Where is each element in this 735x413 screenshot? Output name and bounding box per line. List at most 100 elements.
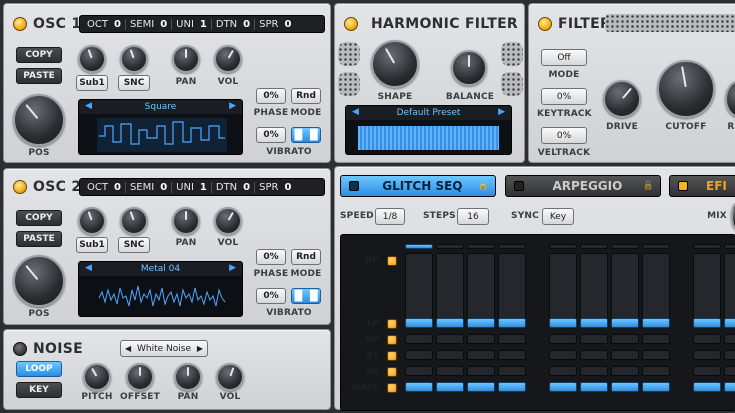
- osc2-semi-value[interactable]: 0: [160, 182, 167, 193]
- harmonic-preset-display[interactable]: Default Preset ◀ ▶: [345, 105, 512, 155]
- seq-cell-bt[interactable]: [436, 350, 464, 360]
- seq-cell-bt[interactable]: [642, 350, 670, 360]
- osc1-snc-knob[interactable]: [120, 45, 148, 73]
- seq-cell-lp[interactable]: [693, 318, 721, 328]
- osc2-wave-prev-icon[interactable]: ◀: [85, 263, 92, 273]
- seq-cell-lp[interactable]: [498, 318, 526, 328]
- seq-speed-value[interactable]: 1/8: [375, 208, 405, 225]
- seq-cell-gate[interactable]: [693, 382, 721, 392]
- seq-cell-lp[interactable]: [405, 318, 433, 328]
- seq-cell-gate[interactable]: [436, 382, 464, 392]
- seq-cell-gate[interactable]: [611, 382, 639, 392]
- seq-cell-bt[interactable]: [549, 350, 577, 360]
- osc2-copy-button[interactable]: COPY: [16, 210, 62, 226]
- seq-rp-step-header[interactable]: [642, 244, 670, 249]
- osc1-wave-prev-icon[interactable]: ◀: [85, 101, 92, 111]
- seq-rp-step-header[interactable]: [405, 244, 433, 249]
- seq-cell-lp[interactable]: [580, 318, 608, 328]
- seq-cell-bt[interactable]: [693, 350, 721, 360]
- noise-power-led[interactable]: [13, 342, 27, 356]
- osc2-sub-button[interactable]: Sub1: [76, 237, 108, 253]
- filter-keytrack-value[interactable]: 0%: [541, 88, 587, 105]
- osc1-pos-knob[interactable]: [13, 94, 65, 146]
- noise-next-icon[interactable]: ▶: [197, 344, 203, 353]
- harmonic-shape-knob[interactable]: [371, 40, 419, 88]
- osc2-paste-button[interactable]: PASTE: [16, 231, 62, 247]
- seq-cell-hp[interactable]: [611, 334, 639, 344]
- osc1-wave-next-icon[interactable]: ▶: [229, 101, 236, 111]
- filter-cutoff-knob[interactable]: [657, 60, 715, 118]
- seq-sync-value[interactable]: Key: [542, 208, 574, 225]
- seq-rp-step-header[interactable]: [549, 244, 577, 249]
- seq-cell-rp[interactable]: [467, 253, 495, 319]
- osc1-copy-button[interactable]: COPY: [16, 47, 62, 63]
- osc2-snc-knob[interactable]: [120, 207, 148, 235]
- seq-cell-hp[interactable]: [642, 334, 670, 344]
- seq-rp-step-header[interactable]: [693, 244, 721, 249]
- osc2-pan-knob[interactable]: [172, 207, 200, 235]
- seq-cell-sr[interactable]: [467, 366, 495, 376]
- seq-rp-step-header[interactable]: [611, 244, 639, 249]
- seq-cell-rp[interactable]: [724, 253, 735, 319]
- osc2-wave-next-icon[interactable]: ▶: [229, 263, 236, 273]
- osc2-wave-display[interactable]: Metal 04 ◀ ▶: [78, 261, 243, 317]
- osc1-semi-value[interactable]: 0: [160, 19, 167, 30]
- osc1-phase-value[interactable]: 0%: [256, 88, 286, 104]
- seq-rp-step-header[interactable]: [724, 244, 735, 249]
- osc1-snc-button[interactable]: SNC: [118, 75, 150, 91]
- seq-cell-bt[interactable]: [580, 350, 608, 360]
- seq-cell-hp[interactable]: [498, 334, 526, 344]
- seq-cell-rp[interactable]: [580, 253, 608, 319]
- filter-drive-knob[interactable]: [603, 80, 641, 118]
- seq-rp-step-header[interactable]: [467, 244, 495, 249]
- seq-cell-rp[interactable]: [436, 253, 464, 319]
- osc2-spr-value[interactable]: 0: [284, 182, 291, 193]
- seq-rp-step-header[interactable]: [436, 244, 464, 249]
- noise-pitch-knob[interactable]: [83, 363, 111, 391]
- seq-cell-sr[interactable]: [724, 366, 735, 376]
- seq-cell-gate[interactable]: [642, 382, 670, 392]
- tab-glitch-seq[interactable]: GLITCH SEQ 🔒: [340, 175, 496, 197]
- seq-cell-lp[interactable]: [436, 318, 464, 328]
- osc2-vibrato-value[interactable]: 0%: [256, 288, 286, 304]
- osc2-sub-knob[interactable]: [78, 207, 106, 235]
- seq-cell-sr[interactable]: [693, 366, 721, 376]
- seq-mix-knob[interactable]: [731, 203, 735, 229]
- seq-cell-bt[interactable]: [405, 350, 433, 360]
- osc1-dtn-value[interactable]: 0: [243, 19, 250, 30]
- tab-effects[interactable]: EFI: [669, 175, 735, 197]
- tab-arpeggio[interactable]: ARPEGGIO 🔒: [505, 175, 661, 197]
- row-enable-hp[interactable]: [387, 335, 397, 345]
- seq-cell-sr[interactable]: [405, 366, 433, 376]
- filter-res-knob[interactable]: [725, 80, 735, 118]
- osc2-power-led[interactable]: [13, 180, 27, 194]
- osc2-phase-value[interactable]: 0%: [256, 249, 286, 265]
- seq-cell-bt[interactable]: [467, 350, 495, 360]
- osc1-paste-button[interactable]: PASTE: [16, 68, 62, 84]
- seq-rp-step-header[interactable]: [580, 244, 608, 249]
- seq-cell-rp[interactable]: [498, 253, 526, 319]
- osc1-pan-knob[interactable]: [172, 45, 200, 73]
- seq-cell-sr[interactable]: [436, 366, 464, 376]
- osc2-rnd-button[interactable]: Rnd: [291, 249, 321, 265]
- seq-cell-sr[interactable]: [498, 366, 526, 376]
- row-enable-bt[interactable]: [387, 351, 397, 361]
- noise-vol-knob[interactable]: [216, 363, 244, 391]
- seq-cell-bt[interactable]: [724, 350, 735, 360]
- seq-cell-lp[interactable]: [724, 318, 735, 328]
- row-enable-gate[interactable]: [387, 383, 397, 393]
- seq-cell-rp[interactable]: [405, 253, 433, 319]
- osc1-vibrato-value[interactable]: 0%: [256, 127, 286, 143]
- osc1-spr-value[interactable]: 0: [284, 19, 291, 30]
- noise-offset-knob[interactable]: [126, 363, 154, 391]
- osc2-vol-knob[interactable]: [214, 207, 242, 235]
- osc2-keyboard-button[interactable]: ▐▌▐▌: [291, 288, 321, 304]
- seq-cell-lp[interactable]: [467, 318, 495, 328]
- seq-cell-lp[interactable]: [611, 318, 639, 328]
- seq-rp-step-header[interactable]: [498, 244, 526, 249]
- seq-cell-hp[interactable]: [693, 334, 721, 344]
- harmonic-power-led[interactable]: [344, 17, 358, 31]
- filter-mode-value[interactable]: Off: [541, 49, 587, 66]
- seq-steps-value[interactable]: 16: [457, 208, 489, 225]
- noise-key-button[interactable]: KEY: [16, 382, 62, 398]
